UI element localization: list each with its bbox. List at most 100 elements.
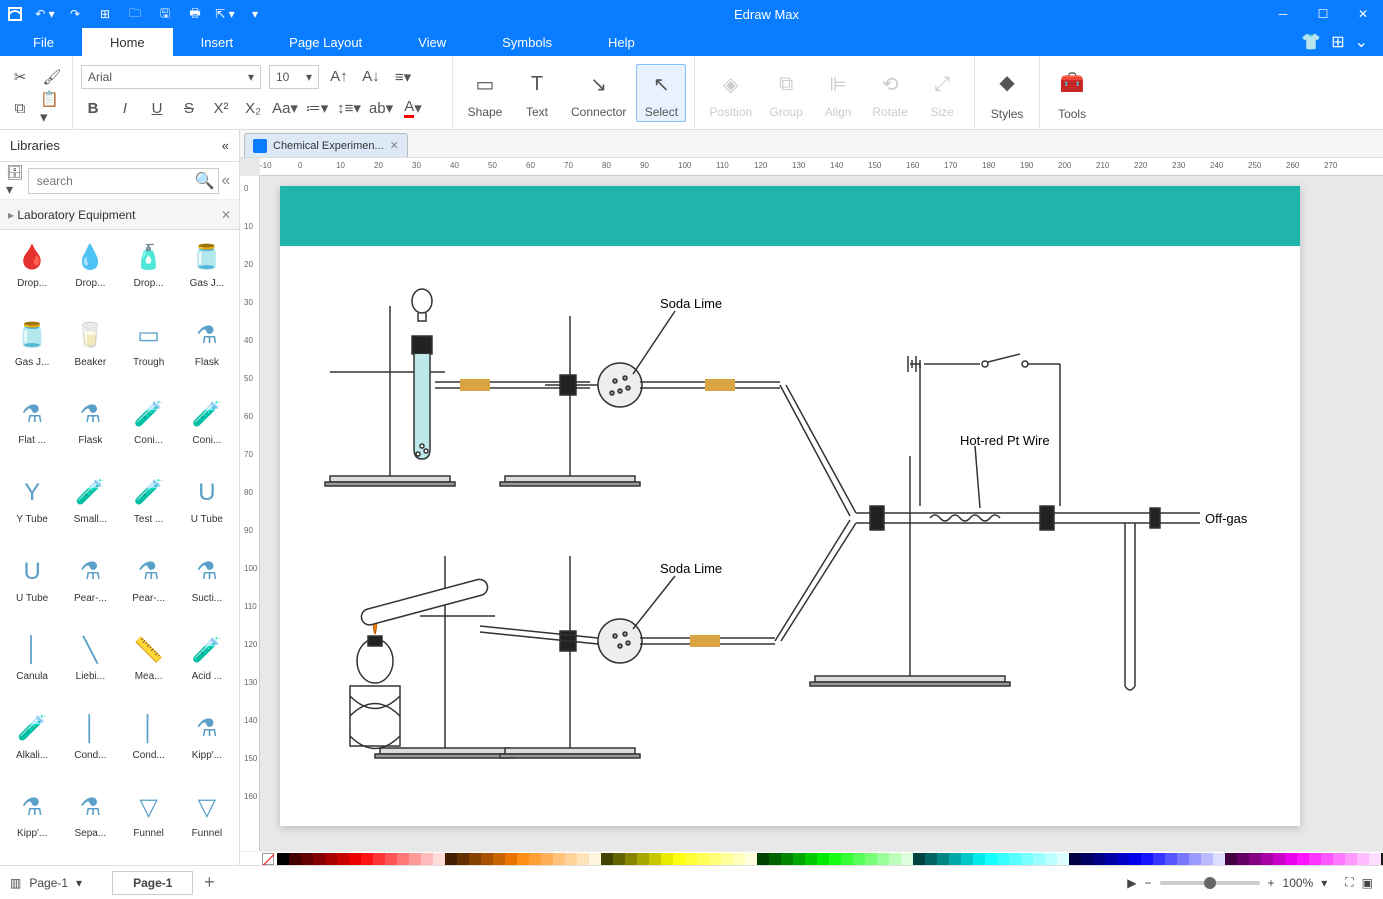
color-swatch[interactable]	[1345, 853, 1357, 865]
connector-tool-button[interactable]: ↘Connector	[565, 65, 632, 121]
shape-item[interactable]: ▽Funnel	[179, 784, 235, 861]
highlight-icon[interactable]: ab▾	[369, 96, 393, 120]
color-swatch[interactable]	[829, 853, 841, 865]
color-swatch[interactable]	[1069, 853, 1081, 865]
subscript-icon[interactable]: X₂	[241, 96, 265, 120]
color-swatch[interactable]	[313, 853, 325, 865]
presentation-icon[interactable]: ▶	[1127, 876, 1136, 890]
shape-item[interactable]: 🧪Small...	[62, 470, 118, 547]
paste-icon[interactable]: 📋▾	[40, 96, 64, 120]
shape-item[interactable]: 🧪Alkali...	[4, 706, 60, 783]
color-swatch[interactable]	[1285, 853, 1297, 865]
color-swatch[interactable]	[577, 853, 589, 865]
open-icon[interactable]: 🗀	[120, 0, 150, 28]
color-swatch[interactable]	[457, 853, 469, 865]
color-swatch[interactable]	[685, 853, 697, 865]
color-swatch[interactable]	[1249, 853, 1261, 865]
document-tab[interactable]: Chemical Experimen... ✕	[244, 133, 408, 157]
save-icon[interactable]: 🖫	[150, 0, 180, 28]
color-swatch[interactable]	[1021, 853, 1033, 865]
text-tool-button[interactable]: TText	[513, 65, 561, 121]
color-swatch[interactable]	[745, 853, 757, 865]
color-swatch[interactable]	[769, 853, 781, 865]
shape-tool-button[interactable]: ▭Shape	[461, 65, 509, 121]
italic-icon[interactable]: I	[113, 96, 137, 120]
align-text-icon[interactable]: ≡▾	[391, 65, 415, 89]
shape-item[interactable]: 📏Mea...	[121, 627, 177, 704]
color-swatch[interactable]	[709, 853, 721, 865]
shape-item[interactable]: │Cond...	[121, 706, 177, 783]
redo-icon[interactable]: ↷	[60, 0, 90, 28]
color-swatch[interactable]	[601, 853, 613, 865]
apps-icon[interactable]: ⊞	[1331, 32, 1344, 52]
color-swatch[interactable]	[721, 853, 733, 865]
case-icon[interactable]: Aa▾	[273, 96, 297, 120]
font-color-icon[interactable]: A▾	[401, 96, 425, 120]
color-swatch[interactable]	[289, 853, 301, 865]
color-swatch[interactable]	[493, 853, 505, 865]
maximize-button[interactable]: ☐	[1303, 0, 1343, 28]
shape-item[interactable]: YY Tube	[4, 470, 60, 547]
color-swatch[interactable]	[661, 853, 673, 865]
tab-help[interactable]: Help	[580, 28, 663, 56]
color-swatch[interactable]	[757, 853, 769, 865]
shape-item[interactable]: ⚗Flask	[62, 391, 118, 468]
color-swatch[interactable]	[1357, 853, 1369, 865]
shape-item[interactable]: 🧴Drop...	[121, 234, 177, 311]
shape-item[interactable]: │Cond...	[62, 706, 118, 783]
color-swatch[interactable]	[793, 853, 805, 865]
shape-item[interactable]: ⚗Pear-...	[121, 549, 177, 626]
tab-home[interactable]: Home	[82, 28, 173, 56]
color-swatch[interactable]	[505, 853, 517, 865]
undo-icon[interactable]: ↶ ▾	[30, 0, 60, 28]
color-swatch[interactable]	[1141, 853, 1153, 865]
color-swatch[interactable]	[613, 853, 625, 865]
cut-icon[interactable]: ✂	[8, 65, 32, 89]
color-swatch[interactable]	[421, 853, 433, 865]
color-swatch[interactable]	[853, 853, 865, 865]
color-swatch[interactable]	[1321, 853, 1333, 865]
color-swatch[interactable]	[337, 853, 349, 865]
color-swatch[interactable]	[1261, 853, 1273, 865]
color-swatch[interactable]	[277, 853, 289, 865]
tab-view[interactable]: View	[390, 28, 474, 56]
font-family-select[interactable]: Arial▾	[81, 65, 261, 89]
color-swatch[interactable]	[541, 853, 553, 865]
color-swatch[interactable]	[841, 853, 853, 865]
tab-file[interactable]: File	[5, 28, 82, 56]
shape-item[interactable]: 🫙Gas J...	[4, 313, 60, 390]
shape-item[interactable]: 🫙Gas J...	[179, 234, 235, 311]
color-swatch[interactable]	[1057, 853, 1069, 865]
color-swatch[interactable]	[937, 853, 949, 865]
page-tab-1[interactable]: Page-1	[112, 871, 193, 895]
fit-page-icon[interactable]: ⛶	[1345, 875, 1353, 890]
library-menu-icon[interactable]: 🗄▾	[6, 164, 24, 198]
color-swatch[interactable]	[1201, 853, 1213, 865]
color-swatch[interactable]	[589, 853, 601, 865]
color-swatch[interactable]	[877, 853, 889, 865]
shape-item[interactable]: ⚗Flask	[179, 313, 235, 390]
fit-width-icon[interactable]: ▣	[1362, 876, 1373, 890]
close-tab-icon[interactable]: ✕	[390, 139, 399, 152]
copy-icon[interactable]: ⧉	[8, 96, 32, 120]
color-swatch[interactable]	[1225, 853, 1237, 865]
canvas-viewport[interactable]: Soda Lime Soda Lime Hot-red Pt Wire Off-…	[260, 176, 1383, 851]
color-swatch[interactable]	[1165, 853, 1177, 865]
color-swatch[interactable]	[1297, 853, 1309, 865]
zoom-out-button[interactable]: −	[1144, 876, 1151, 890]
color-swatch[interactable]	[889, 853, 901, 865]
shape-item[interactable]: ╲Liebi...	[62, 627, 118, 704]
color-swatch[interactable]	[985, 853, 997, 865]
color-swatch[interactable]	[1129, 853, 1141, 865]
close-category-icon[interactable]: ✕	[221, 208, 231, 222]
close-button[interactable]: ✕	[1343, 0, 1383, 28]
color-swatch[interactable]	[817, 853, 829, 865]
color-swatch[interactable]	[385, 853, 397, 865]
color-swatch[interactable]	[1309, 853, 1321, 865]
select-tool-button[interactable]: ↖Select	[636, 64, 686, 122]
color-swatch[interactable]	[349, 853, 361, 865]
app-logo-icon[interactable]	[0, 0, 30, 28]
search-icon[interactable]: 🔍	[195, 168, 215, 194]
bold-icon[interactable]: B	[81, 96, 105, 120]
shape-item[interactable]: ⚗Kipp'...	[179, 706, 235, 783]
